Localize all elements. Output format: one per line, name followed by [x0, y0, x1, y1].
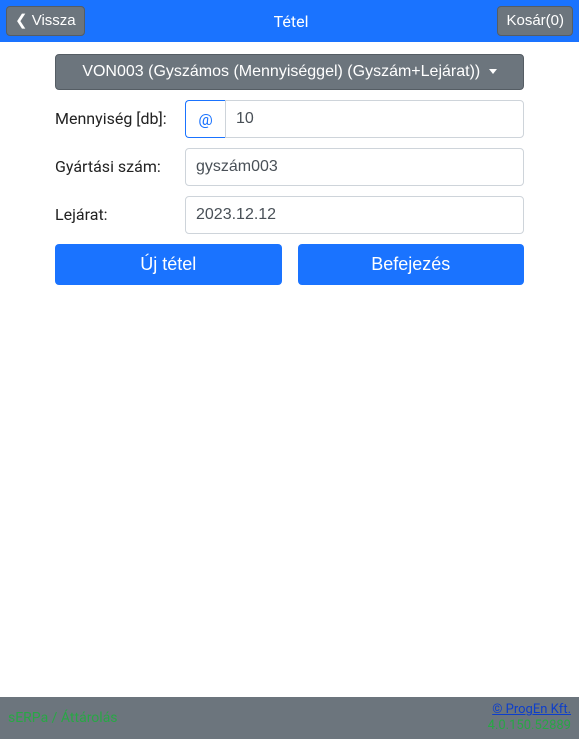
footer-right: © ProgEn Kft. 4.0.150.52889 [488, 702, 571, 733]
expiry-label: Lejárat: [55, 196, 185, 226]
new-item-button[interactable]: Új tétel [55, 244, 282, 285]
company-link[interactable]: © ProgEn Kft. [492, 702, 571, 717]
quantity-input[interactable] [225, 100, 524, 138]
quantity-row: Mennyiség [db]: @ [55, 100, 524, 138]
expiry-row: Lejárat: [55, 196, 524, 234]
product-select[interactable]: VON003 (Gyszámos (Mennyiséggel) (Gyszám+… [55, 54, 524, 90]
product-select-label: VON003 (Gyszámos (Mennyiséggel) (Gyszám+… [82, 63, 480, 80]
serial-row: Gyártási szám: [55, 148, 524, 186]
cart-button[interactable]: Kosár(0) [497, 6, 573, 36]
page-title: Tétel [274, 12, 309, 31]
serial-input[interactable] [185, 148, 524, 186]
version-text: 4.0.150.52889 [488, 718, 571, 734]
quantity-label: Mennyiség [db]: [55, 100, 185, 130]
finish-button[interactable]: Befejezés [298, 244, 525, 285]
serial-label: Gyártási szám: [55, 148, 185, 178]
expiry-input[interactable] [185, 196, 524, 234]
chevron-down-icon [489, 69, 497, 74]
content-area: VON003 (Gyszámos (Mennyiséggel) (Gyszám+… [0, 42, 579, 697]
footer-left-text: sERPa / Áttárolás [8, 710, 118, 726]
quantity-addon-button[interactable]: @ [185, 100, 225, 138]
top-header: ❮ Vissza Tétel Kosár(0) [0, 0, 579, 42]
footer-bar: sERPa / Áttárolás © ProgEn Kft. 4.0.150.… [0, 697, 579, 739]
back-button[interactable]: ❮ Vissza [6, 6, 85, 36]
